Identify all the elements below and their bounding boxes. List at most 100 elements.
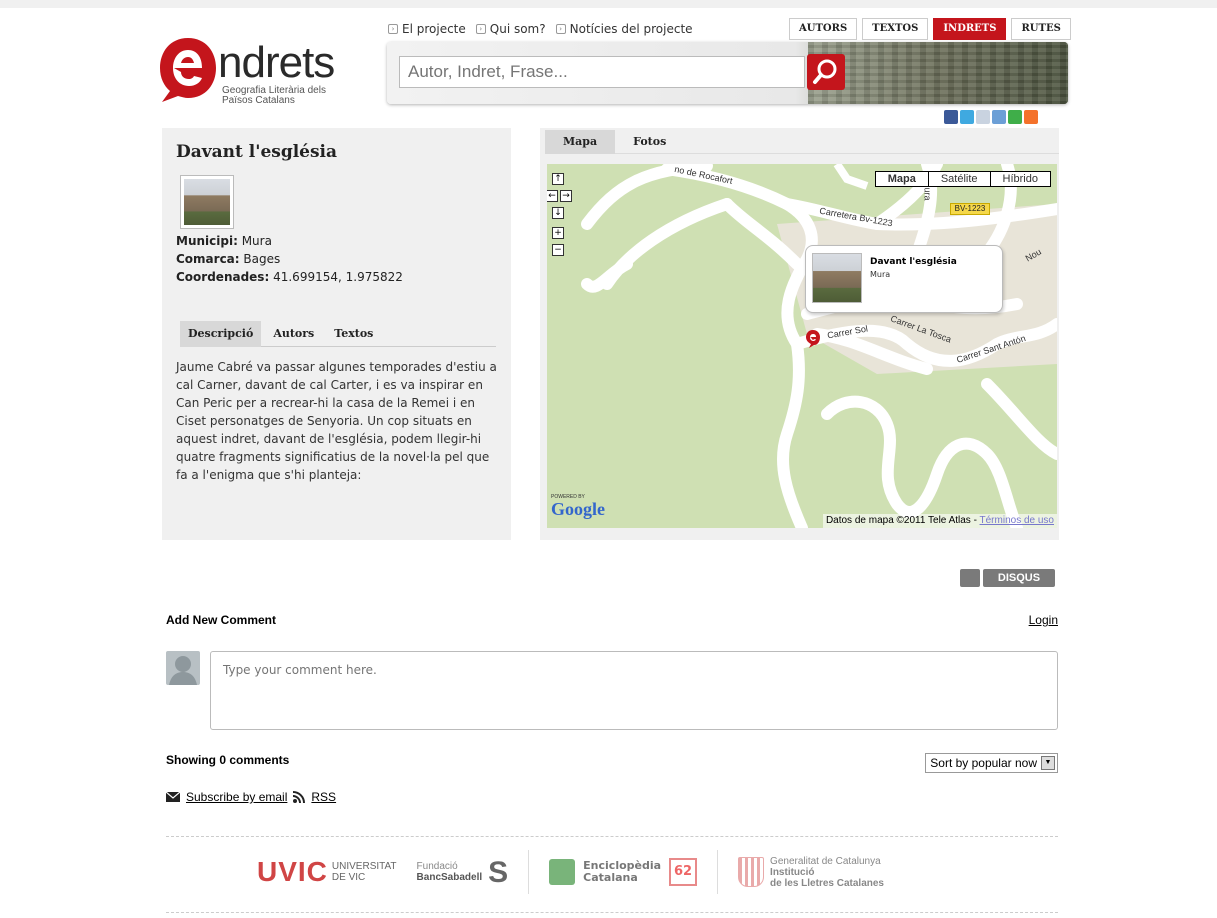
logo-e-icon bbox=[160, 38, 216, 102]
logo-wordmark: ndrets bbox=[218, 38, 335, 87]
map-label-ura: ura bbox=[922, 187, 933, 201]
zoom-in-button[interactable]: + bbox=[552, 227, 564, 239]
maptype-hibrido[interactable]: Híbrido bbox=[991, 172, 1050, 186]
logo-subtitle-line2: Països Catalans bbox=[222, 95, 295, 106]
login-link[interactable]: Login bbox=[1029, 613, 1058, 627]
site-logo[interactable]: ndrets Geografia Literària dels Països C… bbox=[160, 28, 352, 108]
pan-down-button[interactable]: ↓ bbox=[552, 207, 564, 219]
tab-fotos[interactable]: Fotos bbox=[615, 130, 684, 154]
municipi-value: Mura bbox=[241, 234, 272, 248]
footer-divider-top bbox=[166, 836, 1058, 837]
map-type-selector: Mapa Satélite Híbrido bbox=[874, 171, 1051, 187]
link-el-projecte[interactable]: › El projecte bbox=[388, 22, 466, 36]
tab-mapa[interactable]: Mapa bbox=[545, 130, 616, 154]
search-input[interactable] bbox=[399, 56, 805, 88]
place-thumbnail[interactable] bbox=[180, 175, 234, 229]
map-view[interactable]: ↑ ← → ↓ + − Mapa Satélite Híbrido no de … bbox=[547, 164, 1057, 528]
uvic-line1: UNIVERSITAT bbox=[331, 861, 397, 872]
detail-tabs: Descripció Autors Textos bbox=[180, 321, 496, 347]
facebook-icon[interactable] bbox=[944, 110, 958, 124]
twitter-icon[interactable] bbox=[960, 110, 974, 124]
fundacio-line2: BancSabadell bbox=[416, 872, 483, 883]
municipi-label: Municipi: bbox=[176, 234, 238, 248]
link-qui-som[interactable]: › Qui som? bbox=[475, 22, 546, 36]
stumbleupon-icon[interactable] bbox=[1008, 110, 1022, 124]
share-icons bbox=[944, 110, 1038, 124]
email-icon[interactable] bbox=[976, 110, 990, 124]
link-label: Notícies del projecte bbox=[569, 22, 693, 36]
avatar bbox=[166, 651, 200, 685]
enc-line2: Catalana bbox=[583, 871, 638, 884]
terms-link[interactable]: Términos de uso bbox=[980, 515, 1054, 526]
footer-separator bbox=[528, 850, 530, 894]
google-wordmark: Google bbox=[551, 499, 605, 519]
nav-tab-textos[interactable]: TEXTOS bbox=[862, 18, 929, 40]
chevron-down-icon: ▼ bbox=[1041, 756, 1055, 770]
pan-up-button[interactable]: ↑ bbox=[552, 173, 564, 185]
uvic-logo[interactable]: UVIC UNIVERSITAT DE VIC bbox=[257, 856, 397, 888]
addthis-icon[interactable] bbox=[1024, 110, 1038, 124]
user-icon[interactable] bbox=[960, 569, 980, 587]
pan-right-button[interactable]: → bbox=[560, 190, 572, 202]
footer-sponsors: UVIC UNIVERSITAT DE VIC Fundació BancSabad… bbox=[257, 844, 957, 900]
gen-line3: de les Lletres Catalanes bbox=[770, 877, 884, 889]
nav-tab-rutes[interactable]: RUTES bbox=[1011, 18, 1071, 40]
gen-line1: Generalitat de Catalunya bbox=[770, 855, 881, 867]
link-label: Qui som? bbox=[489, 22, 546, 36]
place-panel: Davant l'església Municipi: Mura Comarca… bbox=[162, 128, 511, 540]
nav-tab-autors[interactable]: AUTORS bbox=[789, 18, 858, 40]
comment-count: Showing 0 comments bbox=[166, 753, 290, 767]
road-badge: BV-1223 bbox=[950, 203, 990, 215]
gen-line2: Institució bbox=[770, 866, 815, 878]
maptype-satelite[interactable]: Satélite bbox=[929, 172, 991, 186]
sabadell-s-icon: S bbox=[488, 855, 509, 889]
coords-label: Coordenades: bbox=[176, 270, 270, 284]
arrow-icon: › bbox=[388, 24, 398, 34]
map-info-window[interactable]: Davant l'església Mura bbox=[805, 245, 1003, 313]
top-links: › El projecte › Qui som? › Notícies del pro… bbox=[388, 22, 693, 36]
page: ndrets Geografia Literària dels Països C… bbox=[160, 8, 1071, 918]
comarca-value: Bages bbox=[243, 252, 281, 266]
enciclopedia-icon bbox=[549, 859, 576, 885]
delicious-icon[interactable] bbox=[992, 110, 1006, 124]
rss-icon bbox=[293, 791, 306, 803]
info-title: Davant l'església bbox=[870, 257, 957, 267]
search-button[interactable] bbox=[807, 54, 845, 90]
fundacio-sabadell-logo[interactable]: Fundació BancSabadell S bbox=[416, 855, 509, 889]
arrow-icon: › bbox=[555, 24, 566, 34]
banner-photo bbox=[808, 42, 1068, 104]
uvic-line2: DE VIC bbox=[331, 872, 366, 883]
top-strip bbox=[0, 0, 1217, 8]
subscribe-links: Subscribe by email RSS bbox=[166, 790, 336, 804]
uvic-wordmark: UVIC bbox=[257, 856, 328, 887]
sort-select[interactable]: Sort by popular now ▼ bbox=[925, 753, 1058, 773]
media-panel: Mapa Fotos ↑ ← → ↓ + − Mapa Satélite Híb… bbox=[540, 128, 1059, 540]
tab-descripcio[interactable]: Descripció bbox=[180, 321, 262, 347]
pan-left-button[interactable]: ← bbox=[547, 190, 558, 202]
senyera-icon bbox=[738, 857, 765, 887]
place-description: Jaume Cabré va passar algunes temporades… bbox=[176, 360, 497, 482]
nav-tab-indrets[interactable]: INDRETS bbox=[933, 18, 1007, 40]
enciclopedia-logo[interactable]: Enciclopèdia Catalana 62 bbox=[549, 858, 698, 886]
grup62-logo: 62 bbox=[669, 858, 698, 886]
comment-input[interactable] bbox=[210, 651, 1058, 730]
maptype-mapa[interactable]: Mapa bbox=[876, 172, 929, 186]
tab-autors[interactable]: Autors bbox=[265, 321, 322, 347]
tab-textos[interactable]: Textos bbox=[326, 321, 381, 347]
sort-value: Sort by popular now bbox=[930, 756, 1037, 770]
google-logo[interactable]: POWERED BY Google bbox=[551, 494, 605, 518]
rss-link[interactable]: RSS bbox=[311, 790, 336, 804]
generalitat-logo[interactable]: Generalitat de Catalunya Institució de les… bbox=[738, 856, 884, 889]
link-noticies[interactable]: › Notícies del projecte bbox=[555, 22, 693, 36]
media-tabs: Mapa Fotos bbox=[545, 130, 1059, 154]
info-thumbnail bbox=[812, 253, 862, 303]
footer-divider-bottom bbox=[166, 912, 1058, 913]
map-marker-icon[interactable] bbox=[805, 329, 821, 349]
disqus-button[interactable]: DISQUS bbox=[983, 569, 1055, 587]
fundacio-line1: Fundació bbox=[416, 861, 458, 872]
attribution-text: Datos de mapa ©2011 Tele Atlas - bbox=[825, 515, 980, 526]
zoom-out-button[interactable]: − bbox=[552, 244, 564, 256]
coords-value: 41.699154, 1.975822 bbox=[273, 270, 403, 284]
subscribe-email-link[interactable]: Subscribe by email bbox=[186, 790, 287, 804]
link-label: El projecte bbox=[402, 22, 466, 36]
